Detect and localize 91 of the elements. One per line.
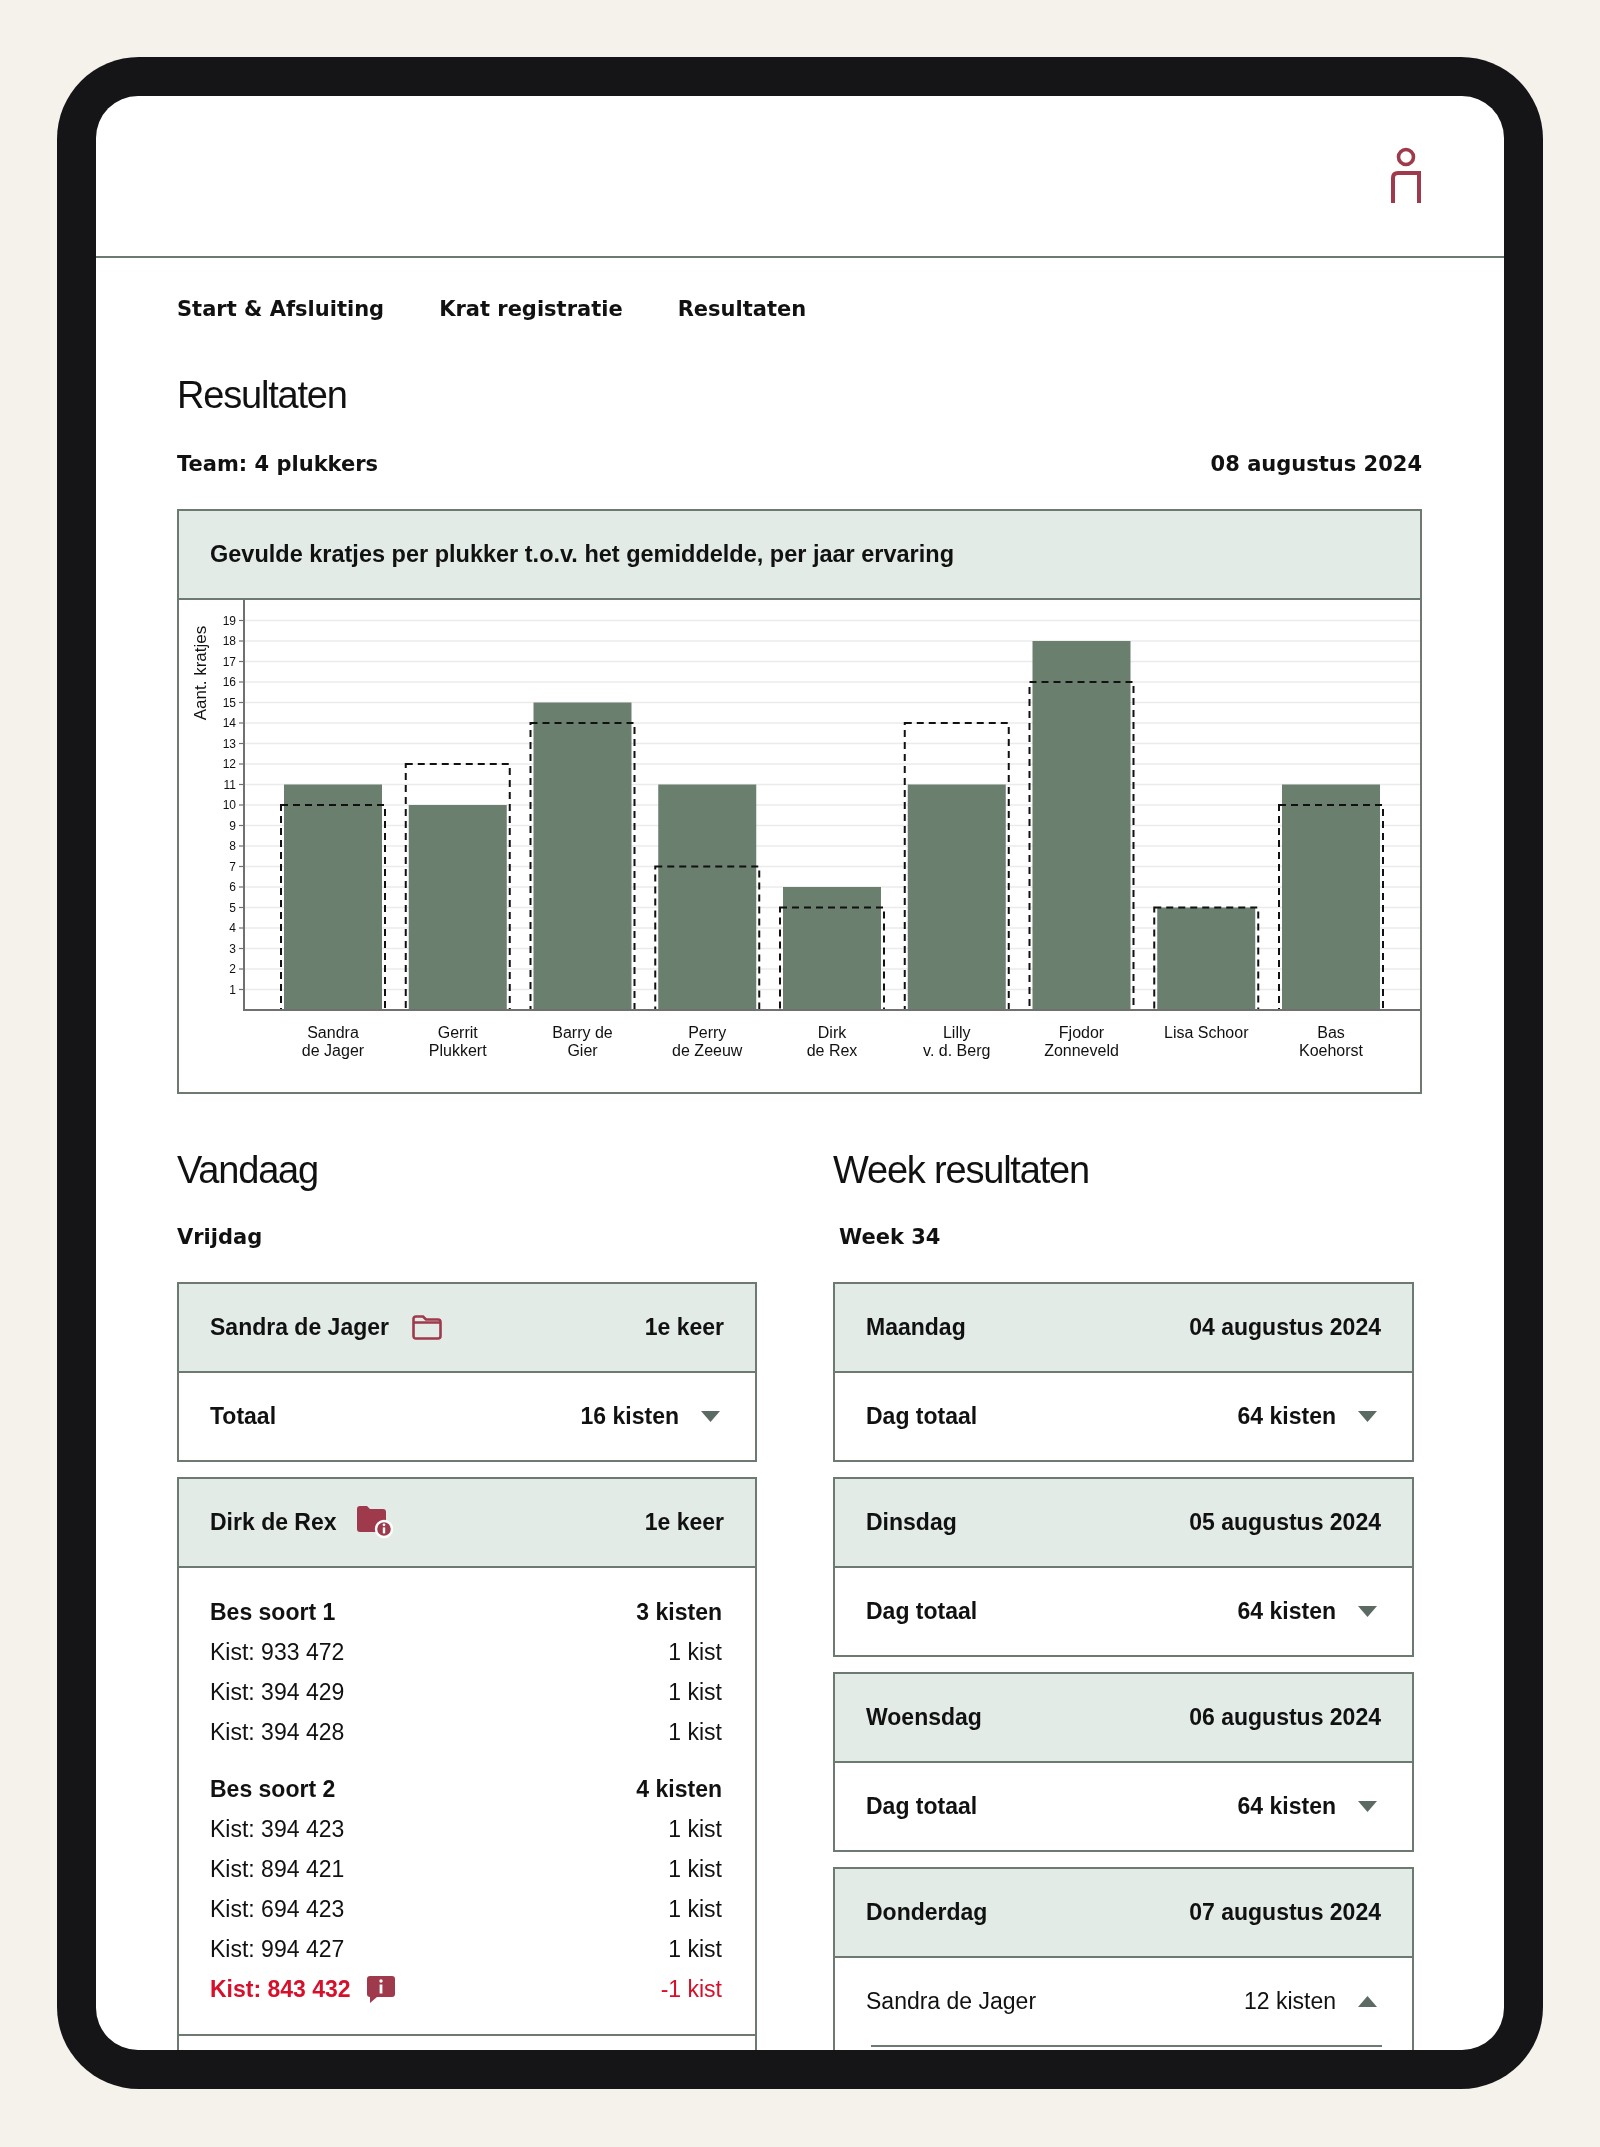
picker-name: Sandra de Jager	[866, 1988, 1037, 2015]
y-tick-label: 12	[222, 757, 236, 771]
crate-count: 1 kist	[668, 1678, 722, 1706]
folder-info-icon[interactable]	[356, 1506, 394, 1539]
visit-label: 1e keer	[644, 1509, 724, 1536]
category-label: Fjodor Zonneveld	[1044, 1024, 1119, 1060]
visit-label: 1e keer	[644, 1314, 724, 1341]
crate-count: 1 kist	[668, 1855, 722, 1883]
category-label: Dirk de Rex	[806, 1024, 858, 1060]
nav-link[interactable]: Start & Afsluiting	[177, 294, 385, 324]
y-tick-label: 10	[222, 798, 236, 812]
total-label: Dag totaal	[866, 1793, 978, 1820]
day-date: 04 augustus 2024	[1189, 1314, 1381, 1341]
picker-name: Sandra de Jager	[210, 1314, 389, 1341]
date-label: 08 augustus 2024	[1210, 451, 1422, 478]
comment-info-icon[interactable]	[366, 1975, 395, 2003]
y-tick-label: 6	[229, 880, 236, 894]
category-label: Gerrit Plukkert	[428, 1024, 487, 1060]
y-tick-label: 8	[229, 839, 236, 853]
weekday-label: Donderdag	[866, 1899, 988, 1926]
total-label: Dag totaal	[866, 1403, 978, 1430]
berry-type-label: Bes soort 2	[210, 1775, 336, 1803]
caret-down-icon[interactable]	[1358, 1801, 1377, 1812]
y-tick-label: 13	[222, 736, 236, 751]
week-label: Week 34	[839, 1224, 941, 1251]
category-label: Barry de Gier	[552, 1024, 613, 1060]
picker-name: Dirk de Rex	[210, 1509, 337, 1536]
y-tick-label: 1	[229, 982, 236, 997]
picker-count: 12 kisten	[1243, 1988, 1336, 2015]
section-title: Vandaag	[177, 1148, 318, 1193]
user-icon[interactable]	[1388, 147, 1424, 205]
y-tick-label: 16	[222, 675, 236, 689]
page-title: Resultaten	[177, 373, 347, 418]
y-tick-label: 18	[222, 634, 236, 648]
category-label: Bas Koehorst	[1298, 1024, 1363, 1060]
crate-label: Kist: 843 432	[210, 1975, 351, 2003]
crate-count: 1 kist	[668, 1718, 722, 1746]
total-count: 16 kisten	[580, 1403, 679, 1430]
crate-label: Kist: 394 429	[210, 1678, 345, 1706]
total-label: Dag totaal	[866, 1598, 978, 1625]
weekday-label: Maandag	[866, 1314, 966, 1341]
y-tick-label: 19	[222, 613, 236, 628]
crate-label: Kist: 994 427	[210, 1935, 345, 1963]
crate-count: 1 kist	[668, 1638, 722, 1666]
day-label: Vrijdag	[177, 1224, 263, 1251]
section-title: Week resultaten	[833, 1148, 1089, 1193]
y-tick-label: 14	[222, 716, 236, 730]
total-count: 64 kisten	[1237, 1793, 1336, 1820]
y-tick-label: 5	[229, 900, 236, 915]
total-label: Totaal	[210, 1403, 277, 1430]
crate-label: Kist: 894 421	[210, 1855, 345, 1883]
y-tick-label: 17	[222, 654, 236, 669]
y-tick-label: 3	[229, 941, 236, 956]
folder-icon[interactable]	[411, 1315, 442, 1340]
nav-link[interactable]: Krat registratie	[439, 294, 623, 324]
team-label: Team: 4 plukkers	[177, 451, 379, 478]
chart-title: Gevulde kratjes per plukker t.o.v. het gemiddelde, per jaar ervaring	[210, 541, 954, 568]
crate-label: Kist: 394 428	[210, 1718, 345, 1746]
day-date: 06 augustus 2024	[1189, 1704, 1381, 1731]
crate-label: Kist: 933 472	[210, 1638, 345, 1666]
weekday-label: Woensdag	[866, 1704, 982, 1731]
crate-count: 1 kist	[668, 1895, 722, 1923]
total-count: 64 kisten	[1237, 1598, 1336, 1625]
y-tick-label: 15	[222, 695, 236, 710]
berry-type-count: 3 kisten	[636, 1598, 722, 1626]
weekday-label: Dinsdag	[866, 1509, 957, 1536]
caret-down-icon[interactable]	[1358, 1606, 1377, 1617]
day-date: 07 augustus 2024	[1189, 1899, 1381, 1926]
y-tick-label: 2	[229, 962, 236, 976]
total-count: 64 kisten	[1237, 1403, 1336, 1430]
caret-up-icon[interactable]	[1358, 1996, 1377, 2007]
category-label: Lisa Schoor	[1164, 1024, 1249, 1043]
category-label: Perry de Zeeuw	[672, 1024, 743, 1060]
crate-label: Kist: 694 423	[210, 1895, 345, 1923]
y-tick-label: 9	[229, 818, 236, 833]
crate-count: 1 kist	[668, 1935, 722, 1963]
category-label: Lilly v. d. Berg	[923, 1024, 991, 1060]
crate-count: -1 kist	[660, 1975, 722, 2003]
y-tick-label: 7	[229, 859, 236, 874]
y-tick-label: 4	[229, 921, 236, 935]
y-tick-label: 11	[223, 777, 236, 792]
caret-down-icon[interactable]	[1358, 1411, 1377, 1422]
berry-type-label: Bes soort 1	[210, 1598, 336, 1626]
crate-count: 1 kist	[668, 1815, 722, 1843]
y-axis-title: Aant. kratjes	[190, 625, 210, 721]
day-date: 05 augustus 2024	[1189, 1509, 1381, 1536]
berry-type-count: 4 kisten	[636, 1775, 722, 1803]
category-label: Sandra de Jager	[301, 1024, 365, 1060]
nav-link[interactable]: Resultaten	[677, 294, 807, 324]
crate-label: Kist: 394 423	[210, 1815, 345, 1843]
caret-down-icon[interactable]	[701, 1411, 720, 1422]
